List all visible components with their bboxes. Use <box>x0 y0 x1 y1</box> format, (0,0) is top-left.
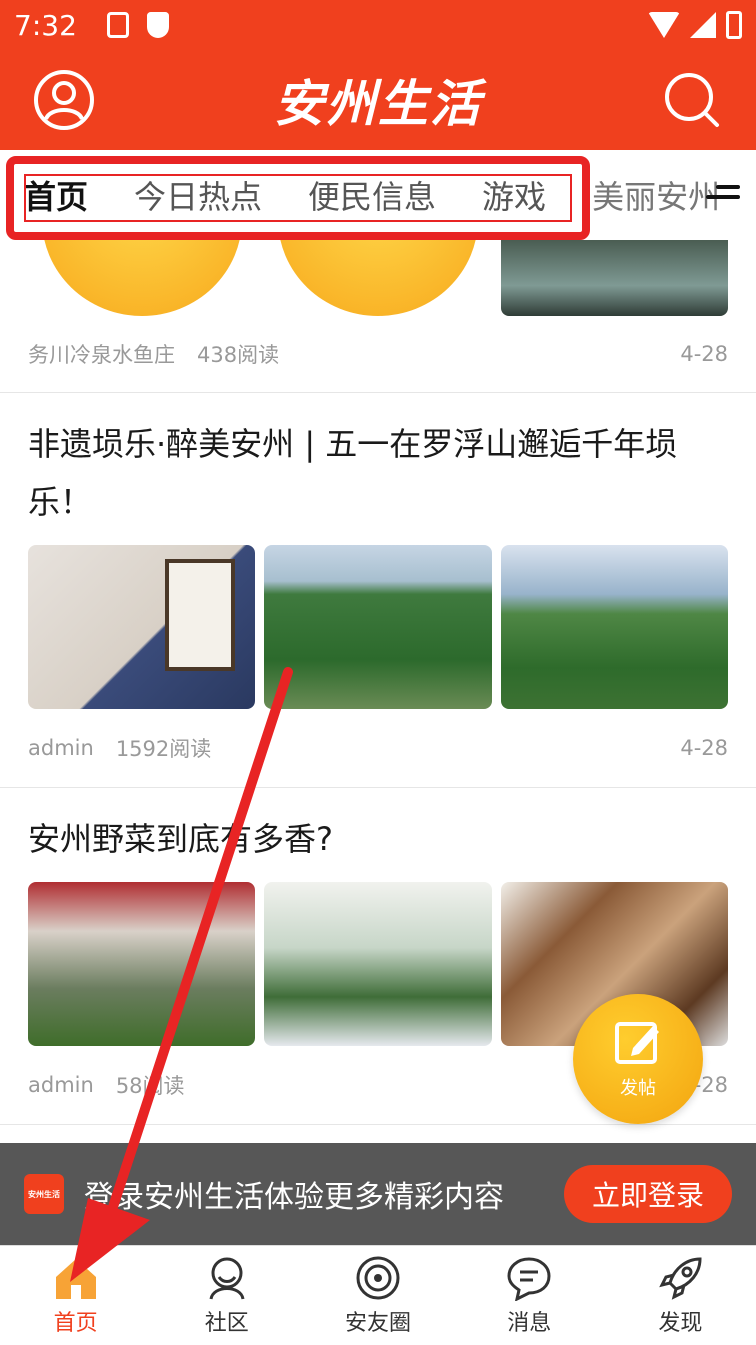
article-thumbnail <box>28 882 256 1046</box>
article-thumbnails <box>28 240 728 316</box>
article-author: 务川冷泉水鱼庄 <box>28 343 175 367</box>
status-time: 7:32 <box>14 8 77 42</box>
login-now-button[interactable]: 立即登录 <box>564 1165 732 1223</box>
wifi-icon <box>648 12 680 38</box>
app-notification-icon <box>106 12 129 38</box>
tab-home[interactable]: 首页 <box>24 172 88 218</box>
article-thumbnail <box>264 545 492 709</box>
article-title: 安州野菜到底有多香? <box>28 820 333 858</box>
article-author: admin <box>28 736 94 760</box>
tab-convenience-info[interactable]: 便民信息 <box>308 172 436 218</box>
feed-article[interactable]: 务川冷泉水鱼庄 438阅读 4-28 <box>0 240 756 393</box>
article-meta: 务川冷泉水鱼庄 438阅读 4-28 <box>28 316 728 392</box>
nav-item-discover[interactable]: 发现 <box>605 1246 756 1345</box>
battery-icon <box>726 11 742 39</box>
home-icon <box>55 1258 96 1299</box>
feed-article[interactable]: 非遗埙乐·醉美安州 | 五一在罗浮山邂逅千年埙乐！ admin 1592阅读 4… <box>0 393 756 788</box>
tab-games[interactable]: 游戏 <box>482 172 546 218</box>
nav-item-friend-circle[interactable]: 安友圈 <box>302 1246 453 1345</box>
article-date: 4-28 <box>680 736 728 760</box>
app-brand-title: 安州生活 <box>274 75 482 133</box>
tab-beautiful-anzhou[interactable]: 美丽安州 <box>592 172 720 218</box>
search-icon <box>665 73 719 127</box>
more-tabs-menu-button[interactable] <box>706 185 740 207</box>
app-logo-icon: 安州生活 <box>24 1174 64 1214</box>
community-icon <box>209 1257 245 1300</box>
emoji-face <box>278 240 479 316</box>
nav-label: 社区 <box>204 1310 249 1336</box>
article-thumbnail <box>28 240 256 316</box>
edit-icon <box>615 1022 659 1064</box>
message-icon <box>507 1256 551 1301</box>
article-meta: admin 1592阅读 4-28 <box>28 709 728 787</box>
article-thumbnail <box>264 882 492 1046</box>
nav-label: 首页 <box>53 1310 98 1336</box>
nav-item-home[interactable]: 首页 <box>0 1246 151 1345</box>
article-thumbnail <box>500 240 728 316</box>
bottom-navigation: 首页 社区 安友圈 消息 发现 <box>0 1245 756 1345</box>
nav-item-community[interactable]: 社区 <box>151 1246 302 1345</box>
article-author: admin <box>28 1073 94 1097</box>
category-tabs: 首页 今日热点 便民信息 游戏 美丽安州 <box>0 150 756 240</box>
circle-icon <box>356 1256 400 1299</box>
nav-label: 消息 <box>507 1310 552 1336</box>
login-prompt-text: 登录安州生活体验更多精彩内容 <box>84 1180 504 1215</box>
app-root: 7:32 安州生活 首页 今日热点 便民信息 游戏 美丽安州 务川冷泉水鱼庄 4… <box>0 0 756 1345</box>
nav-label: 发现 <box>658 1310 703 1336</box>
article-title: 非遗埙乐·醉美安州 | 五一在罗浮山邂逅千年埙乐！ <box>28 425 678 521</box>
app-header: 安州生活 <box>0 50 756 150</box>
tab-today-hot[interactable]: 今日热点 <box>134 172 262 218</box>
user-icon <box>34 70 94 130</box>
article-read-count: 438阅读 <box>197 343 280 367</box>
shield-icon <box>146 12 169 38</box>
signal-icon <box>690 12 716 38</box>
post-fab-button[interactable]: 发帖 <box>573 994 703 1124</box>
article-thumbnails <box>28 545 728 709</box>
nav-item-messages[interactable]: 消息 <box>454 1246 605 1345</box>
article-read-count: 1592阅读 <box>115 737 212 761</box>
rocket-icon <box>659 1256 702 1300</box>
article-date: 4-28 <box>680 342 728 366</box>
post-fab-label: 发帖 <box>620 1078 656 1099</box>
article-thumbnail <box>28 545 256 709</box>
status-system-icons <box>648 11 742 39</box>
search-button[interactable] <box>660 68 724 132</box>
status-bar: 7:32 <box>0 0 756 50</box>
status-notification-icons <box>106 12 169 38</box>
article-thumbnail <box>264 240 492 316</box>
login-prompt-banner: 安州生活 登录安州生活体验更多精彩内容 立即登录 <box>0 1143 756 1245</box>
menu-line <box>716 185 740 189</box>
nav-label: 安友圈 <box>345 1310 412 1336</box>
article-read-count: 58阅读 <box>115 1074 185 1098</box>
emoji-face <box>42 240 242 316</box>
menu-line <box>706 195 740 199</box>
article-thumbnail <box>500 545 728 709</box>
calligraphy-frame <box>165 559 236 671</box>
profile-button[interactable] <box>32 68 96 132</box>
news-feed: 务川冷泉水鱼庄 438阅读 4-28 非遗埙乐·醉美安州 | 五一在罗浮山邂逅千… <box>0 240 756 1125</box>
